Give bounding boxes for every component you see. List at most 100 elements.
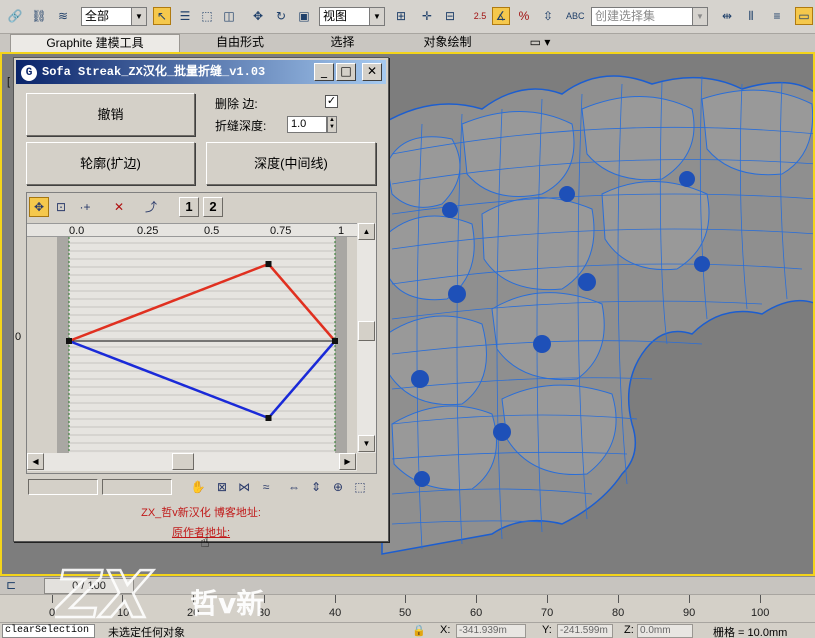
tab-selection[interactable]: 选择 xyxy=(300,34,385,52)
angle-snap-icon[interactable]: ∡ xyxy=(492,7,510,25)
zoom-vertical-icon[interactable]: ≈ xyxy=(256,477,276,497)
rotate-icon[interactable]: ↻ xyxy=(272,7,290,25)
bottom-curve-point[interactable] xyxy=(66,338,72,344)
scroll-up-button[interactable]: ▲ xyxy=(358,223,375,240)
depth-button[interactable]: 深度(中间线) xyxy=(206,142,376,185)
frame-number: 40 xyxy=(329,607,342,619)
pan-hand-icon[interactable]: ✋ xyxy=(188,477,208,497)
dialog-title: Sofa Streak_ZX汉化_批量折缝_v1.03 xyxy=(42,65,266,79)
svg-text:哲v新: 哲v新 xyxy=(190,587,264,620)
zoom-extents-icon[interactable]: ⊠ xyxy=(212,477,232,497)
lock-selection-icon[interactable]: 🔒 xyxy=(412,624,426,637)
close-button[interactable]: ✕ xyxy=(362,63,382,81)
ruler-tick-label: 1 xyxy=(338,225,345,237)
sofa-streak-dialog: G Sofa Streak_ZX汉化_批量折缝_v1.03 _ □ ✕ 撤销 删… xyxy=(13,57,389,551)
insert-point-icon[interactable]: ·+ xyxy=(75,197,95,217)
select-object-icon[interactable]: ↖ xyxy=(153,7,171,25)
tab-object-paint[interactable]: 对象绘制 xyxy=(400,34,495,52)
frame-number: 70 xyxy=(541,607,554,619)
frame-number: 80 xyxy=(612,607,625,619)
named-selection-dropdown[interactable]: 创建选择集 ▼ xyxy=(591,7,708,26)
zh-blog-label[interactable]: ZX_哲v新汉化 博客地址: xyxy=(14,504,388,520)
curve-graph[interactable] xyxy=(27,237,357,453)
vertical-scrollbar[interactable]: ▲ ▼ xyxy=(357,223,376,453)
mini-curve-editor-icon[interactable]: ⊏ xyxy=(6,578,16,592)
outline-button[interactable]: 轮廓(扩边) xyxy=(26,142,195,185)
horizontal-scroll-thumb[interactable] xyxy=(172,453,194,470)
fit-horizontal-icon[interactable]: ⇔ xyxy=(284,477,304,497)
point-y-field[interactable] xyxy=(102,479,172,495)
ribbon-options-button[interactable]: ▭ ▾ xyxy=(525,34,555,52)
zoom-icon[interactable]: ⊕ xyxy=(328,477,348,497)
curve-ruler: 0.0 0.25 0.5 0.75 1 xyxy=(27,223,357,237)
svg-text:ZX: ZX xyxy=(55,559,153,630)
zoom-region-icon[interactable]: ⬚ xyxy=(350,477,370,497)
align-icon[interactable]: ⫴ xyxy=(742,7,760,25)
percent-snap-icon[interactable]: % xyxy=(515,7,533,25)
scale-point-icon[interactable]: ⊡ xyxy=(51,197,71,217)
select-manipulate-icon[interactable]: ✛ xyxy=(418,7,436,25)
top-curve-point[interactable] xyxy=(265,261,272,267)
pivot-icon[interactable]: ⊞ xyxy=(392,7,410,25)
main-toolbar: 🔗 ⛓ ≋ 全部 ▼ ↖ ☰ ⬚ ◫ ✥ ↻ ▣ 视图 ▼ ⊞ ✛ ⊟ 2.5 … xyxy=(0,0,815,34)
tab-graphite-modeling[interactable]: Graphite 建模工具 xyxy=(10,34,180,52)
delete-edge-checkbox[interactable]: ✓ xyxy=(325,95,338,108)
x-coordinate-field[interactable]: -341.939m xyxy=(456,624,526,638)
y-label: Y: xyxy=(542,624,552,636)
curve-1-button[interactable]: 1 xyxy=(179,197,199,217)
ruler-tick-label: 0.0 xyxy=(69,225,85,237)
undo-button[interactable]: 撤销 xyxy=(26,93,195,136)
edit-named-selection-icon[interactable]: ABC xyxy=(566,7,585,25)
scale-icon[interactable]: ▣ xyxy=(295,7,313,25)
crease-depth-label: 折缝深度: xyxy=(215,119,267,133)
reference-coord-dropdown[interactable]: 视图 ▼ xyxy=(319,7,385,26)
graphite-tools-icon[interactable]: ▭ xyxy=(795,7,813,25)
reset-curve-icon[interactable]: ⤴ xyxy=(141,197,161,217)
scroll-left-button[interactable]: ◀ xyxy=(27,453,44,470)
scroll-down-button[interactable]: ▼ xyxy=(358,435,375,452)
move-icon[interactable]: ✥ xyxy=(249,7,267,25)
bottom-curve-point[interactable] xyxy=(265,415,272,421)
zoom-horizontal-icon[interactable]: ⋈ xyxy=(234,477,254,497)
keyboard-shortcut-icon[interactable]: ⊟ xyxy=(441,7,459,25)
curve-2-button[interactable]: 2 xyxy=(203,197,223,217)
zx-watermark-logo: ZX 哲v新 xyxy=(55,558,264,630)
frame-number: 60 xyxy=(470,607,483,619)
window-crossing-icon[interactable]: ◫ xyxy=(220,7,238,25)
crease-depth-input[interactable]: 1.0 xyxy=(287,116,327,133)
delete-edge-label: 删除 边: xyxy=(215,97,258,111)
y-coordinate-field[interactable]: -241.599m xyxy=(557,624,613,638)
curve-view-tools: ✋ ⊠ ⋈ ≈ ⇔ ⇕ ⊕ ⬚ xyxy=(26,476,377,498)
zero-axis-label: 0 xyxy=(15,331,22,343)
link-icon[interactable]: 🔗 xyxy=(6,7,24,25)
select-by-name-icon[interactable]: ☰ xyxy=(176,7,194,25)
selection-filter-dropdown[interactable]: 全部 ▼ xyxy=(81,7,147,26)
mirror-icon[interactable]: ⇹ xyxy=(718,7,736,25)
scroll-right-button[interactable]: ▶ xyxy=(339,453,356,470)
minimize-button[interactable]: _ xyxy=(314,63,334,81)
z-label: Z: xyxy=(624,624,634,636)
point-x-field[interactable] xyxy=(28,479,98,495)
layer-manager-icon[interactable]: ≡ xyxy=(768,7,786,25)
spinner-snap-icon[interactable]: ⇳ xyxy=(539,7,557,25)
curve-editor-panel: ✥ ⊡ ·+ ✕ ⤴ 1 2 0.0 0.25 0.5 0.75 1 ▲ ▼ ◀… xyxy=(26,192,377,474)
z-coordinate-field[interactable]: 0.0mm xyxy=(637,624,693,638)
horizontal-scrollbar[interactable]: ◀ ▶ xyxy=(27,453,357,471)
fit-vertical-icon[interactable]: ⇕ xyxy=(306,477,326,497)
bottom-curve-point[interactable] xyxy=(332,338,338,344)
selection-filter-value: 全部 xyxy=(85,9,110,23)
bind-space-warp-icon[interactable]: ≋ xyxy=(54,7,72,25)
tab-freeform[interactable]: 自由形式 xyxy=(195,34,285,52)
chevron-down-icon: ▼ xyxy=(369,8,384,25)
delete-point-icon[interactable]: ✕ xyxy=(109,197,129,217)
snap-toggle-icon[interactable]: 2.5 xyxy=(471,7,489,25)
rect-region-icon[interactable]: ⬚ xyxy=(198,7,216,25)
ruler-tick-label: 0.75 xyxy=(270,225,292,237)
frame-number: 90 xyxy=(683,607,696,619)
move-point-icon[interactable]: ✥ xyxy=(29,197,49,217)
unlink-icon[interactable]: ⛓ xyxy=(30,7,48,25)
vertical-scroll-thumb[interactable] xyxy=(358,321,375,341)
ruler-tick-label: 0.5 xyxy=(204,225,220,237)
crease-depth-spinner[interactable]: ▲ ▼ xyxy=(327,116,337,133)
maximize-button[interactable]: □ xyxy=(336,63,356,81)
